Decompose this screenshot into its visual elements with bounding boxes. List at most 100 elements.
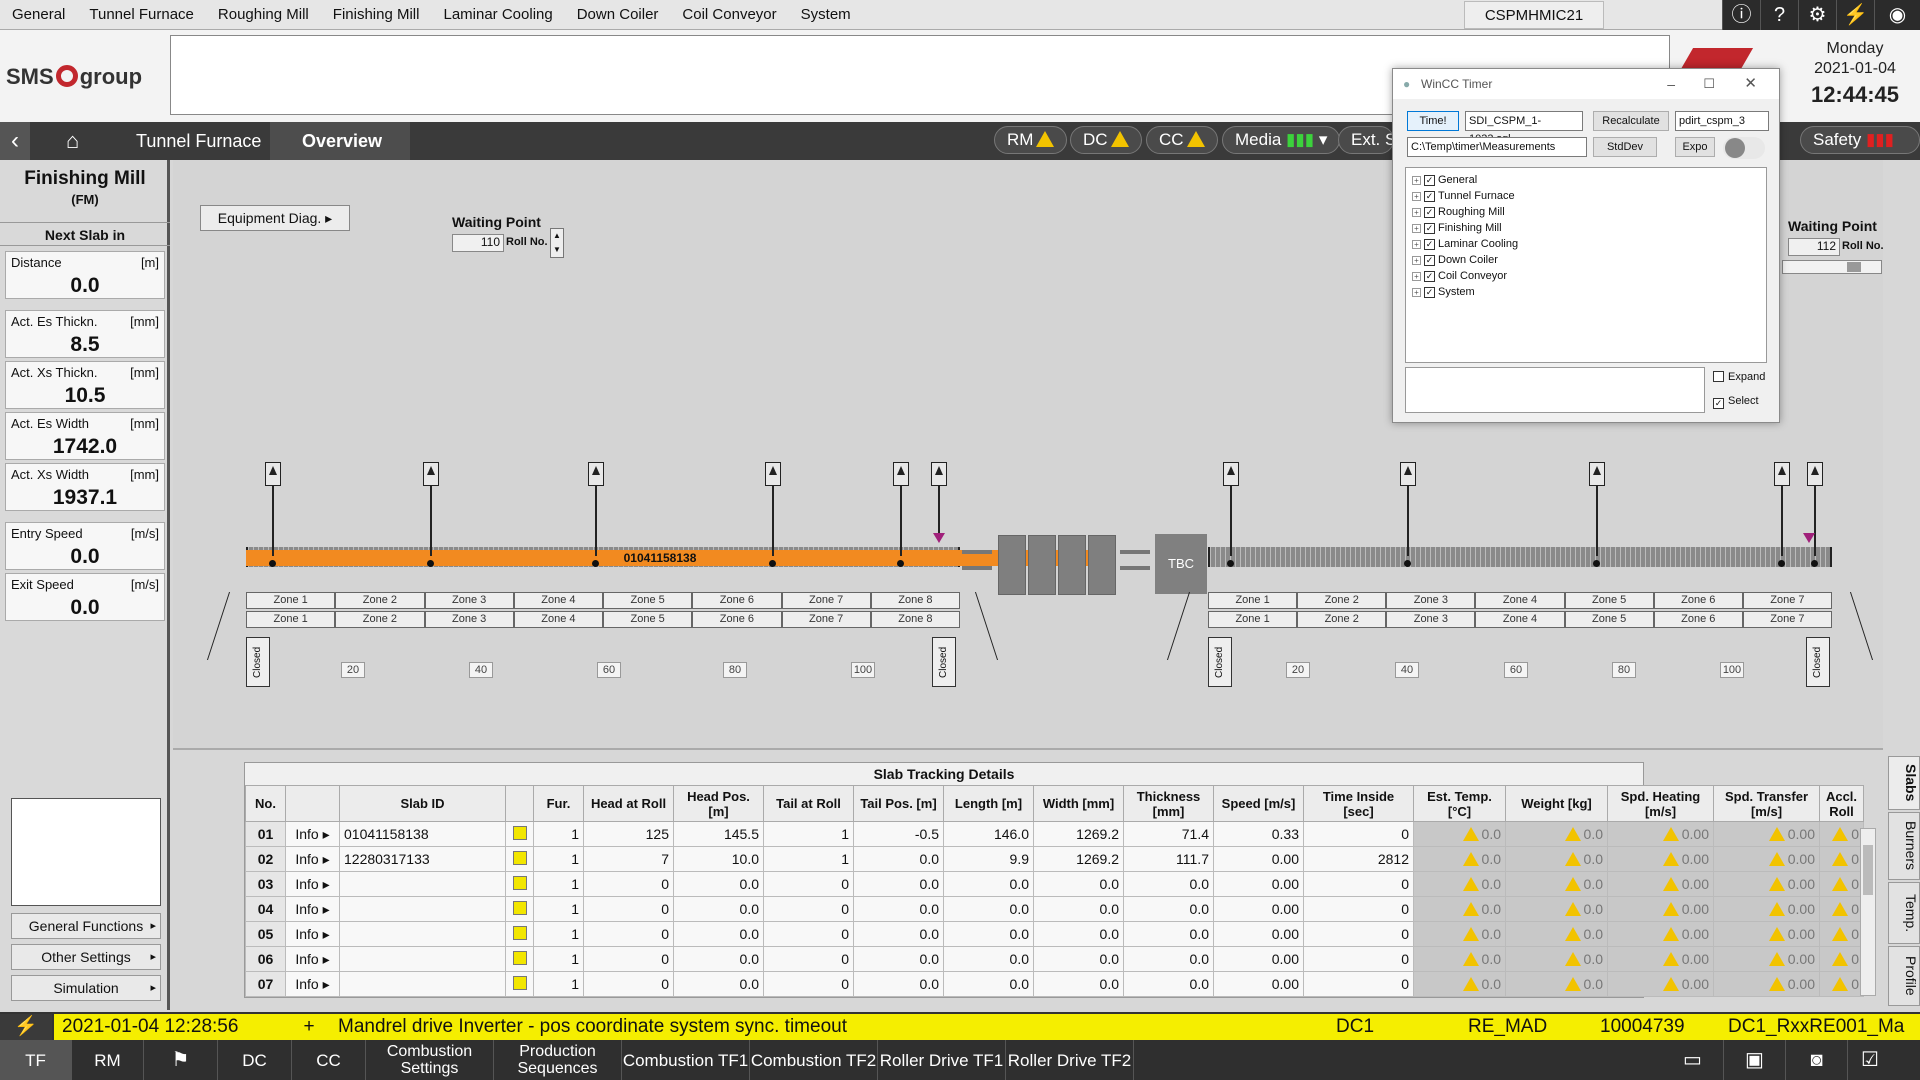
alarm-bolt-icon[interactable]: ⚡	[0, 1014, 52, 1040]
menu-finishing-mill[interactable]: Finishing Mill	[321, 0, 432, 30]
checkbox-icon[interactable]	[1713, 371, 1724, 382]
table-row[interactable]: 03 Info ▸ 1 0 0.0 0 0.0 0.0 0.0 0.0 0.00 0 0.0 0.0 0.0…	[245, 871, 1864, 897]
tab-slabs[interactable]: Slabs	[1888, 756, 1920, 810]
combustion-tf2-button[interactable]: Combustion TF2	[750, 1040, 878, 1080]
closed-door-right-in[interactable]: Closed	[1208, 637, 1232, 687]
expand-icon[interactable]: +	[1412, 256, 1421, 265]
close-icon[interactable]: ✕	[1744, 69, 1757, 99]
recalculate-button[interactable]: Recalculate	[1593, 111, 1669, 131]
info-button[interactable]: Info ▸	[285, 971, 340, 997]
tree-item-system[interactable]: + ✓ System	[1406, 284, 1766, 300]
breadcrumb-tunnel-furnace[interactable]: Tunnel Furnace	[136, 122, 261, 160]
production-sequences-button[interactable]: Production Sequences	[494, 1040, 622, 1080]
rm-status-pill[interactable]: RM	[994, 126, 1068, 154]
output-textbox[interactable]	[1405, 367, 1705, 413]
display-icon[interactable]: ▭	[1662, 1040, 1724, 1080]
info-button[interactable]: Info ▸	[285, 921, 340, 947]
menu-down-coiler[interactable]: Down Coiler	[565, 0, 671, 30]
power-icon[interactable]: ⚡	[1836, 0, 1874, 30]
settings-gear-icon[interactable]: ⚙	[1798, 0, 1836, 30]
footer-tf-button[interactable]: TF	[0, 1040, 72, 1080]
expand-icon[interactable]: +	[1412, 288, 1421, 297]
safety-status-pill[interactable]: Safety ▮▮▮ ▾	[1800, 126, 1920, 175]
closed-door-left-out[interactable]: Closed	[932, 637, 956, 687]
footer-rm-button[interactable]: RM	[72, 1040, 144, 1080]
sql-file-field[interactable]: SDI_CSPM_1-1033.sql	[1465, 111, 1583, 145]
expo-button[interactable]: Expo	[1675, 137, 1715, 157]
checkbox-checked-icon[interactable]: ✓	[1424, 223, 1435, 234]
combustion-settings-button[interactable]: Combustion Settings	[366, 1040, 494, 1080]
back-arrow-icon[interactable]: ‹	[0, 122, 30, 160]
info-button[interactable]: Info ▸	[285, 871, 340, 897]
camera-icon[interactable]: ◙	[1786, 1040, 1848, 1080]
checkbox-checked-icon[interactable]: ✓	[1424, 207, 1435, 218]
breadcrumb-overview[interactable]: Overview	[270, 122, 410, 160]
closed-door-left-in[interactable]: Closed	[246, 637, 270, 687]
view-eye-icon[interactable]: ◉	[1874, 0, 1920, 30]
menu-system[interactable]: System	[789, 0, 863, 30]
table-row[interactable]: 01 Info ▸ 01041158138 1 125 145.5 1 -0.5 146.0 12…	[245, 821, 1864, 847]
tree-item-coil-conveyor[interactable]: + ✓ Coil Conveyor	[1406, 268, 1766, 284]
table-row[interactable]: 07 Info ▸ 1 0 0.0 0 0.0 0.0 0.0 0.0 0.00 0 0.0 0.0 0.0…	[245, 971, 1864, 997]
tree-item-tunnel-furnace[interactable]: + ✓ Tunnel Furnace	[1406, 188, 1766, 204]
expand-icon[interactable]: +	[1412, 176, 1421, 185]
closed-door-right-out[interactable]: Closed	[1806, 637, 1830, 687]
table-row[interactable]: 02 Info ▸ 12280317133 1 7 10.0 1 0.0 9.9 1269.2 11…	[245, 846, 1864, 872]
media-status-pill[interactable]: Media ▮▮▮ ▾	[1222, 126, 1341, 154]
tree-item-roughing-mill[interactable]: + ✓ Roughing Mill	[1406, 204, 1766, 220]
alarm-bar[interactable]: ⚡ 2021-01-04 12:28:56 + Mandrel drive In…	[0, 1012, 1920, 1040]
tree-item-general[interactable]: + ✓ General	[1406, 172, 1766, 188]
minimize-icon[interactable]: –	[1667, 69, 1675, 99]
checkbox-checked-icon[interactable]: ✓	[1424, 255, 1435, 266]
equipment-diag-button[interactable]: Equipment Diag. ▸	[200, 205, 350, 231]
checkbox-checked-icon[interactable]: ✓	[1424, 191, 1435, 202]
tab-profile[interactable]: Profile	[1888, 946, 1920, 1006]
checkbox-checked-icon[interactable]: ✓	[1424, 239, 1435, 250]
path-field[interactable]: C:\Temp\timer\Measurements	[1407, 137, 1587, 157]
db-name-field[interactable]: pdirt_cspm_3	[1675, 111, 1769, 131]
ext-status-pill[interactable]: Ext. S	[1338, 126, 1394, 154]
help-icon[interactable]: ?	[1760, 0, 1798, 30]
table-row[interactable]: 05 Info ▸ 1 0 0.0 0 0.0 0.0 0.0 0.0 0.00 0 0.0 0.0 0.0…	[245, 921, 1864, 947]
combustion-tf1-button[interactable]: Combustion TF1	[622, 1040, 750, 1080]
footer-dc-button[interactable]: DC	[218, 1040, 292, 1080]
menu-roughing-mill[interactable]: Roughing Mill	[206, 0, 321, 30]
table-row[interactable]: 06 Info ▸ 1 0 0.0 0 0.0 0.0 0.0 0.0 0.00 0 0.0 0.0 0.0…	[245, 946, 1864, 972]
checkbox-checked-icon[interactable]: ✓	[1424, 271, 1435, 282]
roller-drive-tf1-button[interactable]: Roller Drive TF1	[878, 1040, 1006, 1080]
info-button[interactable]: Info ▸	[285, 821, 340, 847]
expand-icon[interactable]: +	[1412, 224, 1421, 233]
menu-laminar-cooling[interactable]: Laminar Cooling	[431, 0, 564, 30]
tab-burners[interactable]: Burners	[1888, 812, 1920, 880]
info-icon[interactable]: ⓘ	[1722, 0, 1760, 30]
tree-item-down-coiler[interactable]: + ✓ Down Coiler	[1406, 252, 1766, 268]
tree-item-finishing-mill[interactable]: + ✓ Finishing Mill	[1406, 220, 1766, 236]
expand-icon[interactable]: +	[1412, 272, 1421, 281]
info-button[interactable]: Info ▸	[285, 846, 340, 872]
menu-coil-conveyor[interactable]: Coil Conveyor	[670, 0, 788, 30]
time-button[interactable]: Time!	[1407, 111, 1459, 131]
footer-cc-button[interactable]: CC	[292, 1040, 366, 1080]
table-row[interactable]: 04 Info ▸ 1 0 0.0 0 0.0 0.0 0.0 0.0 0.00 0 0.0 0.0 0.0…	[245, 896, 1864, 922]
info-button[interactable]: Info ▸	[285, 896, 340, 922]
simulation-button[interactable]: Simulation	[11, 975, 161, 1001]
waiting-point-right-slider[interactable]	[1782, 260, 1882, 274]
expand-icon[interactable]: +	[1412, 240, 1421, 249]
info-button[interactable]: Info ▸	[285, 946, 340, 972]
dc-status-pill[interactable]: DC	[1070, 126, 1142, 154]
toggle-switch[interactable]	[1723, 137, 1765, 159]
menu-tunnel-furnace[interactable]: Tunnel Furnace	[77, 0, 206, 30]
tab-temp[interactable]: Temp.	[1888, 882, 1920, 944]
waiting-point-spinner[interactable]: ▲ ▼	[550, 228, 564, 258]
tree-item-laminar-cooling[interactable]: + ✓ Laminar Cooling	[1406, 236, 1766, 252]
general-functions-button[interactable]: General Functions	[11, 913, 161, 939]
cc-status-pill[interactable]: CC	[1146, 126, 1218, 154]
checklist-icon[interactable]: ☑	[1848, 1040, 1892, 1080]
expand-icon[interactable]: +	[1412, 192, 1421, 201]
other-settings-button[interactable]: Other Settings	[11, 944, 161, 970]
select-checkbox[interactable]: ✓ Select	[1713, 395, 1759, 409]
checkbox-checked-icon[interactable]: ✓	[1424, 175, 1435, 186]
stddev-button[interactable]: StdDev	[1593, 137, 1657, 157]
waiting-point-left-value[interactable]: 110	[452, 234, 504, 252]
expand-icon[interactable]: +	[1412, 208, 1421, 217]
